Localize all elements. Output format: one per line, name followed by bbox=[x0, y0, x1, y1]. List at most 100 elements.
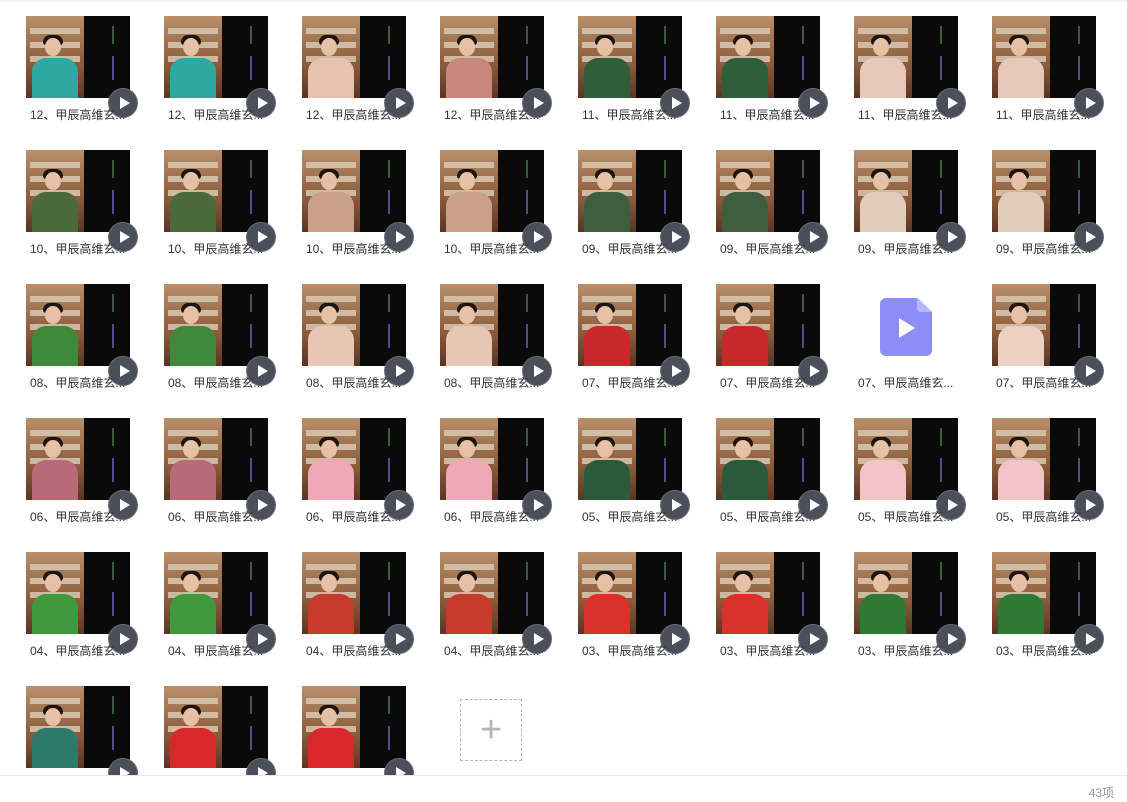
file-tile[interactable]: 12、甲辰高维玄... bbox=[440, 0, 552, 122]
file-tile[interactable]: 09、甲辰高维玄... bbox=[716, 134, 828, 256]
play-icon[interactable] bbox=[108, 758, 138, 775]
video-thumbnail bbox=[854, 16, 958, 98]
file-tile[interactable] bbox=[164, 670, 276, 775]
file-tile[interactable] bbox=[26, 670, 138, 775]
file-tile[interactable]: 07、甲辰高维玄... bbox=[716, 268, 828, 390]
video-thumbnail bbox=[164, 150, 268, 232]
file-name: 11、甲辰高维玄... bbox=[720, 108, 815, 122]
file-tile[interactable]: 06、甲辰高维玄... bbox=[440, 402, 552, 524]
file-name: 08、甲辰高维玄... bbox=[30, 376, 126, 390]
video-thumbnail bbox=[578, 150, 682, 232]
file-tile[interactable]: 09、甲辰高维玄... bbox=[578, 134, 690, 256]
file-tile[interactable]: 04、甲辰高维玄... bbox=[302, 536, 414, 658]
video-thumbnail bbox=[578, 418, 682, 500]
play-icon[interactable] bbox=[246, 758, 276, 775]
file-tile[interactable]: 11、甲辰高维玄... bbox=[578, 0, 690, 122]
file-tile[interactable]: 12、甲辰高维玄... bbox=[26, 0, 138, 122]
video-thumbnail bbox=[992, 284, 1096, 366]
file-tile[interactable]: 12、甲辰高维玄... bbox=[302, 0, 414, 122]
video-thumbnail bbox=[992, 150, 1096, 232]
video-thumbnail bbox=[578, 284, 682, 366]
file-tile[interactable]: 07、甲辰高维玄... bbox=[992, 268, 1104, 390]
video-thumbnail bbox=[26, 150, 130, 232]
file-tile[interactable]: 05、甲辰高维玄... bbox=[992, 402, 1104, 524]
thumbnail-scene bbox=[854, 418, 912, 500]
video-file-icon bbox=[880, 298, 932, 356]
file-name: 06、甲辰高维玄... bbox=[168, 510, 264, 524]
file-tile[interactable]: 05、甲辰高维玄... bbox=[854, 402, 966, 524]
file-tile[interactable]: 03、甲辰高维玄... bbox=[854, 536, 966, 658]
file-tile[interactable]: 06、甲辰高维玄... bbox=[26, 402, 138, 524]
thumbnail-scene bbox=[302, 16, 360, 98]
file-tile[interactable]: 04、甲辰高维玄... bbox=[440, 536, 552, 658]
thumbnail-scene bbox=[854, 552, 912, 634]
file-tile[interactable]: 09、甲辰高维玄... bbox=[854, 134, 966, 256]
video-thumbnail bbox=[26, 16, 130, 98]
thumbnail-scene bbox=[578, 418, 636, 500]
thumbnail-scene bbox=[716, 284, 774, 366]
file-tile[interactable]: 10、甲辰高维玄... bbox=[302, 134, 414, 256]
file-tile[interactable]: 10、甲辰高维玄... bbox=[164, 134, 276, 256]
file-tile[interactable]: 09、甲辰高维玄... bbox=[992, 134, 1104, 256]
file-tile[interactable]: 03、甲辰高维玄... bbox=[992, 536, 1104, 658]
file-tile[interactable]: 07、甲辰高维玄... bbox=[854, 268, 964, 390]
thumbnail-scene bbox=[26, 418, 84, 500]
file-name: 07、甲辰高维玄... bbox=[996, 376, 1092, 390]
file-tile[interactable]: 10、甲辰高维玄... bbox=[440, 134, 552, 256]
video-thumbnail bbox=[992, 16, 1096, 98]
video-thumbnail bbox=[302, 16, 406, 98]
video-file-thumbnail bbox=[854, 284, 958, 366]
thumbnail-scene bbox=[716, 418, 774, 500]
file-name: 12、甲辰高维玄... bbox=[30, 108, 126, 122]
video-thumbnail bbox=[854, 418, 958, 500]
file-tile[interactable]: 08、甲辰高维玄... bbox=[440, 268, 552, 390]
file-tile[interactable]: 05、甲辰高维玄... bbox=[716, 402, 828, 524]
file-tile[interactable]: 06、甲辰高维玄... bbox=[302, 402, 414, 524]
file-tile[interactable]: 07、甲辰高维玄... bbox=[578, 268, 690, 390]
file-name: 07、甲辰高维玄... bbox=[720, 376, 816, 390]
video-thumbnail bbox=[854, 150, 958, 232]
video-thumbnail bbox=[578, 552, 682, 634]
file-name: 06、甲辰高维玄... bbox=[306, 510, 402, 524]
file-name: 05、甲辰高维玄... bbox=[858, 510, 954, 524]
file-tile[interactable]: 08、甲辰高维玄... bbox=[164, 268, 276, 390]
file-name: 12、甲辰高维玄... bbox=[444, 108, 540, 122]
file-name: 07、甲辰高维玄... bbox=[582, 376, 678, 390]
file-tile[interactable]: 11、甲辰高维玄... bbox=[854, 0, 966, 122]
video-thumbnail bbox=[440, 16, 544, 98]
video-thumbnail bbox=[302, 418, 406, 500]
file-name: 04、甲辰高维玄... bbox=[30, 644, 126, 658]
file-name: 12、甲辰高维玄... bbox=[168, 108, 264, 122]
file-tile[interactable]: 08、甲辰高维玄... bbox=[302, 268, 414, 390]
file-tile[interactable]: 03、甲辰高维玄... bbox=[716, 536, 828, 658]
file-name: 05、甲辰高维玄... bbox=[582, 510, 678, 524]
thumbnail-scene bbox=[302, 552, 360, 634]
video-thumbnail bbox=[716, 150, 820, 232]
file-tile[interactable]: 12、甲辰高维玄... bbox=[164, 0, 276, 122]
file-tile[interactable]: 11、甲辰高维玄... bbox=[716, 0, 828, 122]
add-item-button[interactable]: + bbox=[460, 699, 522, 761]
video-thumbnail bbox=[578, 16, 682, 98]
file-name: 11、甲辰高维玄... bbox=[858, 108, 953, 122]
file-tile[interactable]: 04、甲辰高维玄... bbox=[164, 536, 276, 658]
video-thumbnail bbox=[302, 284, 406, 366]
file-tile[interactable]: 06、甲辰高维玄... bbox=[164, 402, 276, 524]
video-thumbnail bbox=[992, 552, 1096, 634]
file-name: 08、甲辰高维玄... bbox=[444, 376, 540, 390]
file-tile[interactable] bbox=[302, 670, 414, 775]
file-name: 10、甲辰高维玄... bbox=[30, 242, 126, 256]
thumbnail-scene bbox=[164, 150, 222, 232]
file-tile[interactable]: 04、甲辰高维玄... bbox=[26, 536, 138, 658]
thumbnail-scene bbox=[716, 16, 774, 98]
video-thumbnail bbox=[26, 686, 130, 768]
thumbnail-scene bbox=[26, 284, 84, 366]
file-tile[interactable]: 03、甲辰高维玄... bbox=[578, 536, 690, 658]
play-icon[interactable] bbox=[384, 758, 414, 775]
file-tile[interactable]: 05、甲辰高维玄... bbox=[578, 402, 690, 524]
file-name: 05、甲辰高维玄... bbox=[720, 510, 816, 524]
file-tile[interactable]: 11、甲辰高维玄... bbox=[992, 0, 1104, 122]
file-tile[interactable]: 08、甲辰高维玄... bbox=[26, 268, 138, 390]
thumbnail-scene bbox=[164, 418, 222, 500]
file-tile[interactable]: 10、甲辰高维玄... bbox=[26, 134, 138, 256]
video-thumbnail bbox=[302, 686, 406, 768]
